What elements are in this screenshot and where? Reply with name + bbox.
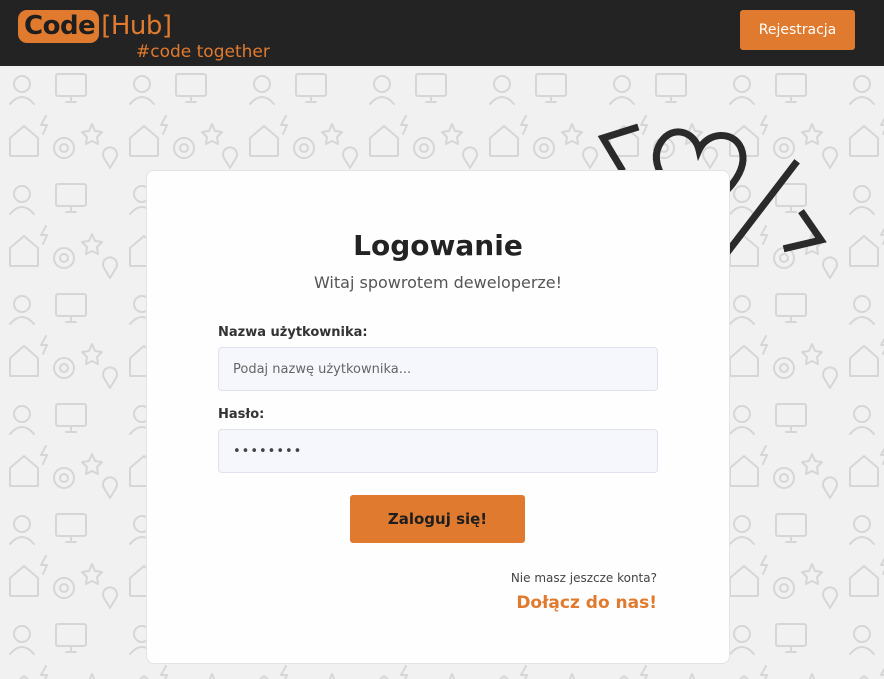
login-button[interactable]: Zaloguj się! xyxy=(350,495,525,543)
page-title: Logowanie xyxy=(353,229,523,262)
join-link[interactable]: Dołącz do nas! xyxy=(516,593,657,613)
register-button[interactable]: Rejestracja xyxy=(740,10,855,50)
tagline: #code together xyxy=(136,42,270,62)
password-input[interactable] xyxy=(218,429,658,473)
top-navbar: Code [Hub] #code together Rejestracja xyxy=(0,0,884,66)
logo-code-text: Code xyxy=(18,9,100,43)
logo[interactable]: Code [Hub] xyxy=(18,8,172,44)
password-label: Hasło: xyxy=(218,407,265,422)
username-label: Nazwa użytkownika: xyxy=(218,325,368,340)
login-card: Logowanie Witaj spowrotem deweloperze! N… xyxy=(146,170,730,664)
username-input[interactable] xyxy=(218,347,658,391)
subtitle: Witaj spowrotem deweloperze! xyxy=(313,273,563,292)
no-account-text: Nie masz jeszcze konta? xyxy=(510,571,657,585)
logo-hub-text: [Hub] xyxy=(101,11,172,41)
